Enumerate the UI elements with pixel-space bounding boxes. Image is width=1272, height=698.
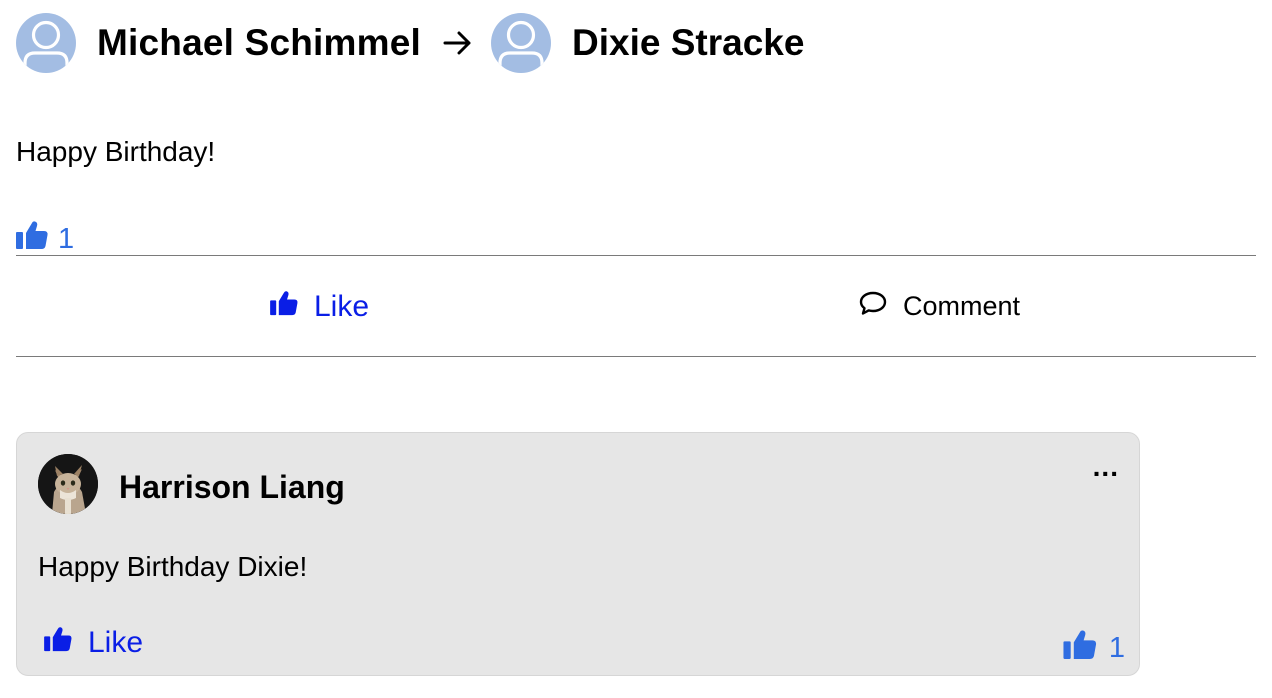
like-button-label: Like	[314, 289, 370, 323]
comment-reaction-summary[interactable]: 1	[1063, 629, 1125, 668]
comment-like-button[interactable]: Like	[44, 626, 143, 660]
thumbs-up-icon	[270, 290, 298, 324]
comment-like-count: 1	[1108, 632, 1125, 664]
author-avatar[interactable]	[16, 13, 76, 73]
cat-avatar-icon	[38, 454, 98, 514]
comment-author-avatar[interactable]	[38, 454, 98, 514]
thumbs-up-icon	[16, 220, 48, 258]
more-options-icon[interactable]: ...	[1093, 451, 1119, 483]
arrow-right-icon	[443, 31, 473, 55]
divider	[16, 356, 1256, 357]
post-body-text: Happy Birthday!	[16, 136, 216, 167]
comment-card: Harrison Liang ... Happy Birthday Dixie!…	[16, 432, 1140, 676]
post-author-name[interactable]: Michael Schimmel	[97, 22, 421, 64]
post-action-bar: Like Comment	[16, 257, 1256, 356]
default-avatar-icon	[23, 20, 69, 73]
post-recipient-name[interactable]: Dixie Stracke	[572, 22, 804, 64]
comment-button-label: Comment	[903, 291, 1021, 321]
like-button[interactable]: Like	[270, 257, 369, 356]
thumbs-up-icon	[44, 626, 72, 660]
post-like-count: 1	[58, 222, 75, 255]
comment-author-name[interactable]: Harrison Liang	[119, 469, 345, 506]
post-reaction-summary[interactable]: 1	[16, 220, 74, 258]
default-avatar-icon	[498, 20, 544, 73]
comment-button[interactable]: Comment	[859, 257, 1020, 356]
recipient-avatar[interactable]	[491, 13, 551, 73]
thumbs-up-icon	[1063, 629, 1097, 668]
divider	[16, 255, 1256, 256]
comment-bubble-icon	[859, 290, 887, 323]
post-header: Michael Schimmel Dixie Stracke	[16, 12, 804, 74]
comment-like-label: Like	[88, 626, 144, 659]
comment-text: Happy Birthday Dixie!	[38, 551, 308, 582]
